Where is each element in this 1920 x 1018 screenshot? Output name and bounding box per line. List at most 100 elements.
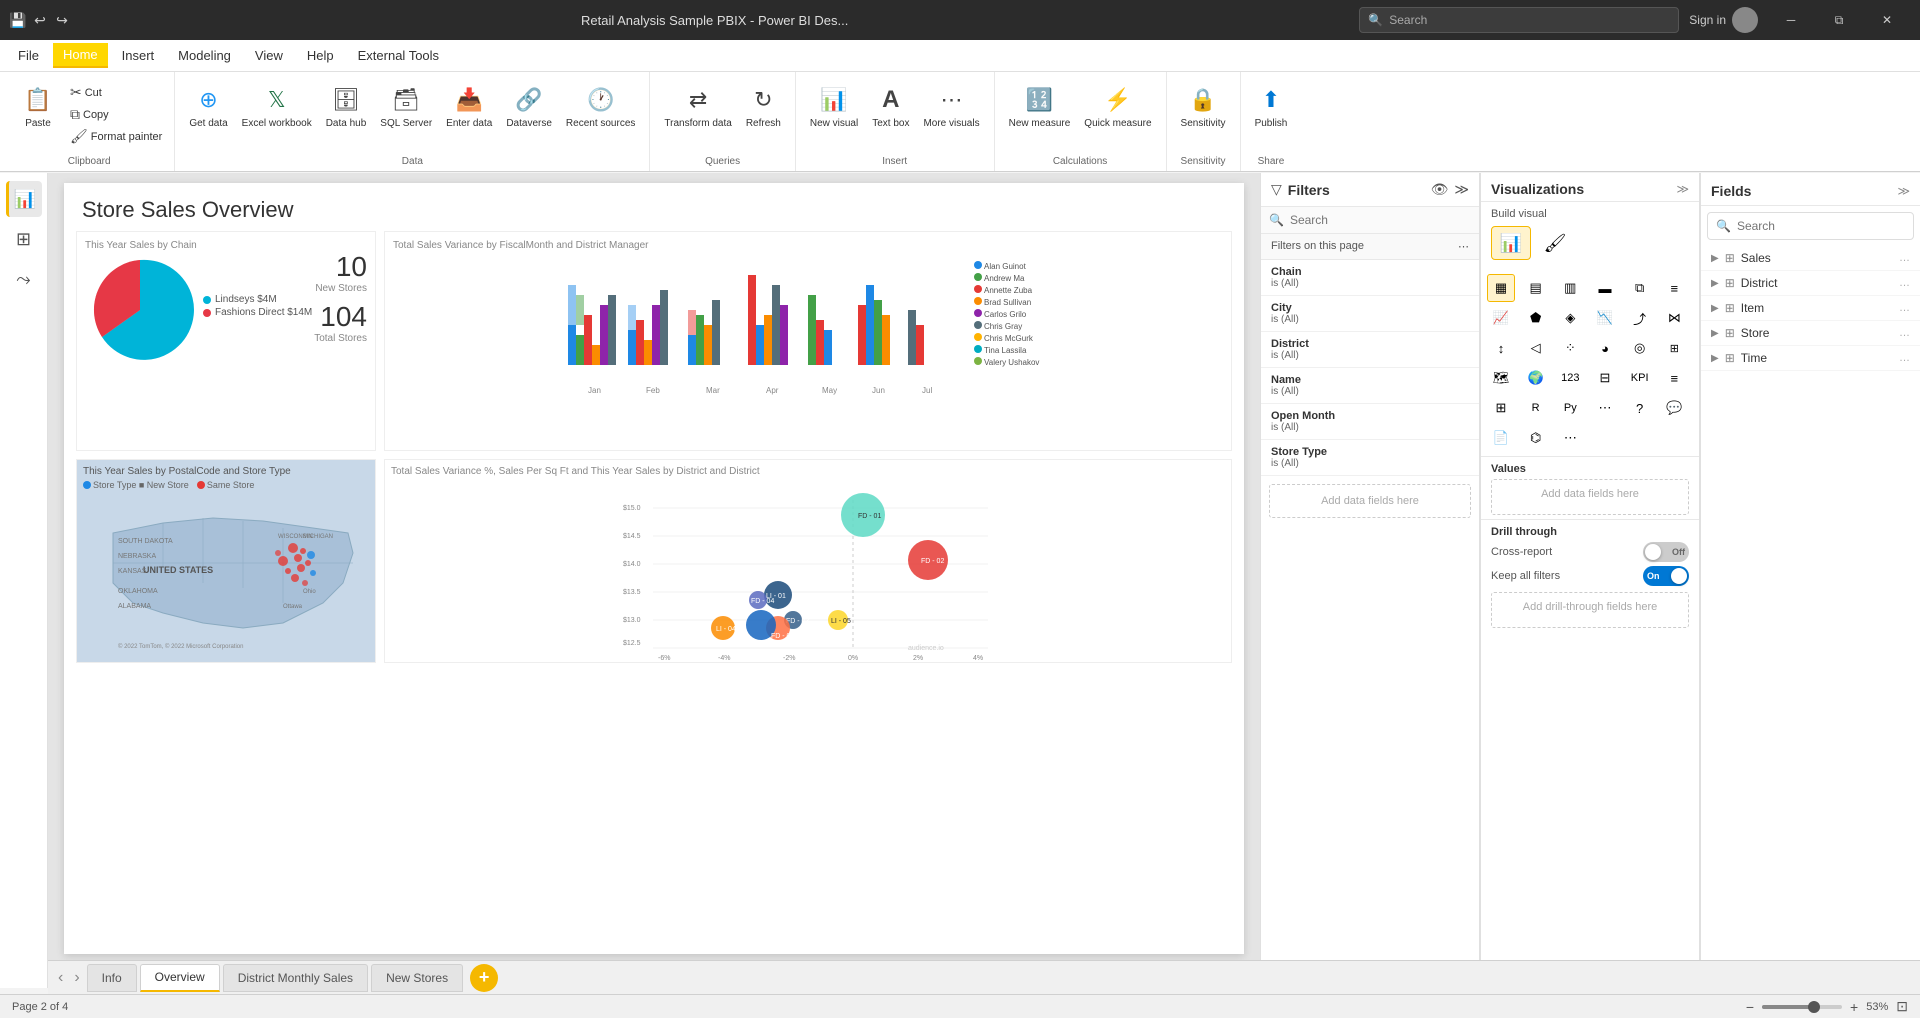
viz-btn-ribbon[interactable]: ⋈ — [1660, 304, 1688, 332]
viz-btn-line-clustered[interactable]: ⤴ — [1626, 304, 1654, 332]
zoom-slider[interactable] — [1762, 1005, 1842, 1009]
quick-measure-button[interactable]: ⚡ Quick measure — [1078, 80, 1157, 134]
fit-to-window-icon[interactable]: ⊡ — [1896, 998, 1908, 1015]
viz-btn-funnel[interactable]: ◁ — [1522, 334, 1550, 362]
filter-open-month[interactable]: Open Month is (All) — [1261, 404, 1479, 440]
more-visuals-button[interactable]: ⋯ More visuals — [917, 80, 985, 134]
cross-report-toggle[interactable]: Off — [1643, 542, 1689, 562]
undo-icon[interactable]: ↩ — [32, 12, 48, 28]
filter-district[interactable]: District is (All) — [1261, 332, 1479, 368]
transform-data-button[interactable]: ⇄ Transform data — [658, 80, 737, 134]
viz-btn-table[interactable]: ⊟ — [1591, 364, 1619, 392]
report-view-icon[interactable]: 📊 — [6, 181, 42, 217]
paste-button[interactable]: 📋 Paste — [12, 80, 64, 134]
data-hub-button[interactable]: 🗄 Data hub — [320, 80, 373, 134]
global-search[interactable]: 🔍 Search — [1359, 7, 1679, 33]
viz-btn-r[interactable]: R — [1522, 394, 1550, 422]
field-district[interactable]: ▶ ⊞ District … — [1701, 271, 1920, 296]
viz-btn-kpi[interactable]: KPI — [1626, 364, 1654, 392]
filter-chain[interactable]: Chain is (All) — [1261, 260, 1479, 296]
menu-home[interactable]: Home — [53, 43, 108, 68]
model-view-icon[interactable]: ⤳ — [6, 261, 42, 297]
menu-file[interactable]: File — [8, 44, 49, 67]
format-painter-button[interactable]: 🖌 Format painter — [66, 126, 166, 147]
tab-info[interactable]: Info — [87, 964, 137, 992]
tab-district-monthly[interactable]: District Monthly Sales — [223, 964, 368, 992]
field-item[interactable]: ▶ ⊞ Item … — [1701, 296, 1920, 321]
viz-btn-line[interactable]: 📈 — [1487, 304, 1515, 332]
viz-btn-donut[interactable]: ◎ — [1626, 334, 1654, 362]
copy-button[interactable]: ⧉ Copy — [66, 104, 166, 125]
viz-btn-map[interactable]: 🗺 — [1487, 364, 1515, 392]
viz-btn-100bar[interactable]: ▥ — [1556, 274, 1584, 302]
sensitivity-button[interactable]: 🔒 Sensitivity — [1175, 80, 1232, 134]
viz-btn-bar[interactable]: ▤ — [1522, 274, 1550, 302]
viz-btn-area[interactable]: ⬟ — [1522, 304, 1550, 332]
zoom-out-icon[interactable]: − — [1746, 999, 1754, 1015]
viz-btn-line-stacked[interactable]: 📉 — [1591, 304, 1619, 332]
viz-btn-paginated[interactable]: 📄 — [1487, 424, 1515, 452]
filters-search-input[interactable] — [1290, 213, 1471, 227]
viz-btn-ai[interactable]: ⌬ — [1522, 424, 1550, 452]
values-add-box[interactable]: Add data fields here — [1491, 479, 1689, 515]
menu-modeling[interactable]: Modeling — [168, 44, 241, 67]
viz-tab-build[interactable]: 📊 — [1491, 226, 1531, 260]
tab-next-icon[interactable]: › — [70, 967, 83, 989]
keep-filters-toggle[interactable]: On — [1643, 566, 1689, 586]
zoom-in-icon[interactable]: + — [1850, 999, 1858, 1015]
recent-sources-button[interactable]: 🕐 Recent sources — [560, 80, 641, 134]
redo-icon[interactable]: ↪ — [54, 12, 70, 28]
filter-store-type[interactable]: Store Type is (All) — [1261, 440, 1479, 476]
viz-btn-decomp[interactable]: ⋯ — [1591, 394, 1619, 422]
text-box-button[interactable]: A Text box — [866, 80, 915, 134]
tab-overview[interactable]: Overview — [140, 964, 220, 992]
viz-btn-filled-map[interactable]: 🌍 — [1522, 364, 1550, 392]
publish-button[interactable]: ⬆ Publish — [1249, 80, 1294, 134]
filters-more-icon[interactable]: ⋯ — [1458, 240, 1469, 253]
viz-btn-clustered-col[interactable]: ⧉ — [1626, 274, 1654, 302]
field-sales[interactable]: ▶ ⊞ Sales … — [1701, 246, 1920, 271]
filter-name[interactable]: Name is (All) — [1261, 368, 1479, 404]
enter-data-button[interactable]: 📥 Enter data — [440, 80, 498, 134]
field-store[interactable]: ▶ ⊞ Store … — [1701, 321, 1920, 346]
minimize-button[interactable]: ─ — [1768, 0, 1814, 40]
viz-btn-smart-narrative[interactable]: 💬 — [1660, 394, 1688, 422]
viz-btn-more[interactable]: ⋯ — [1556, 424, 1584, 452]
viz-btn-qna[interactable]: ? — [1626, 394, 1654, 422]
fields-expand-icon[interactable]: ≫ — [1897, 184, 1910, 198]
sign-in-area[interactable]: Sign in — [1689, 7, 1758, 33]
menu-external-tools[interactable]: External Tools — [348, 44, 449, 67]
new-measure-button[interactable]: 🔢 New measure — [1003, 80, 1077, 134]
cut-button[interactable]: ✂ Cut — [66, 82, 166, 103]
new-visual-button[interactable]: 📊 New visual — [804, 80, 864, 134]
viz-btn-slicer[interactable]: ≡ — [1660, 364, 1688, 392]
zoom-thumb[interactable] — [1808, 1001, 1820, 1013]
close-button[interactable]: ✕ — [1864, 0, 1910, 40]
viz-btn-pie[interactable]: ◕ — [1591, 334, 1619, 362]
viz-btn-treemap[interactable]: ⊞ — [1660, 334, 1688, 362]
refresh-button[interactable]: ↻ Refresh — [740, 80, 787, 134]
viz-tab-format[interactable]: 🖌 — [1535, 226, 1575, 260]
tab-new-stores[interactable]: New Stores — [371, 964, 463, 992]
restore-button[interactable]: ⧉ — [1816, 0, 1862, 40]
viz-btn-scatter[interactable]: ⁘ — [1556, 334, 1584, 362]
data-view-icon[interactable]: ⊞ — [6, 221, 42, 257]
viz-btn-stacked-bar[interactable]: ▦ — [1487, 274, 1515, 302]
viz-btn-123[interactable]: 123 — [1556, 364, 1584, 392]
dataverse-button[interactable]: 🔗 Dataverse — [500, 80, 558, 134]
viz-panel-expand-icon[interactable]: ≫ — [1676, 182, 1689, 196]
viz-btn-py[interactable]: Py — [1556, 394, 1584, 422]
tab-add-button[interactable]: + — [470, 964, 498, 992]
tab-prev-icon[interactable]: ‹ — [54, 967, 67, 989]
drill-add-box[interactable]: Add drill-through fields here — [1491, 592, 1689, 628]
filters-visibility-icon[interactable]: 👁 — [1431, 181, 1449, 198]
menu-view[interactable]: View — [245, 44, 293, 67]
menu-insert[interactable]: Insert — [112, 44, 165, 67]
sql-server-button[interactable]: 🗃 SQL Server — [374, 80, 438, 134]
fields-search-input[interactable] — [1737, 219, 1905, 233]
viz-btn-waterfall[interactable]: ↕ — [1487, 334, 1515, 362]
filter-city[interactable]: City is (All) — [1261, 296, 1479, 332]
menu-help[interactable]: Help — [297, 44, 344, 67]
excel-workbook-button[interactable]: 𝕏 Excel workbook — [236, 80, 318, 134]
viz-btn-stacked-col[interactable]: ▬ — [1591, 274, 1619, 302]
